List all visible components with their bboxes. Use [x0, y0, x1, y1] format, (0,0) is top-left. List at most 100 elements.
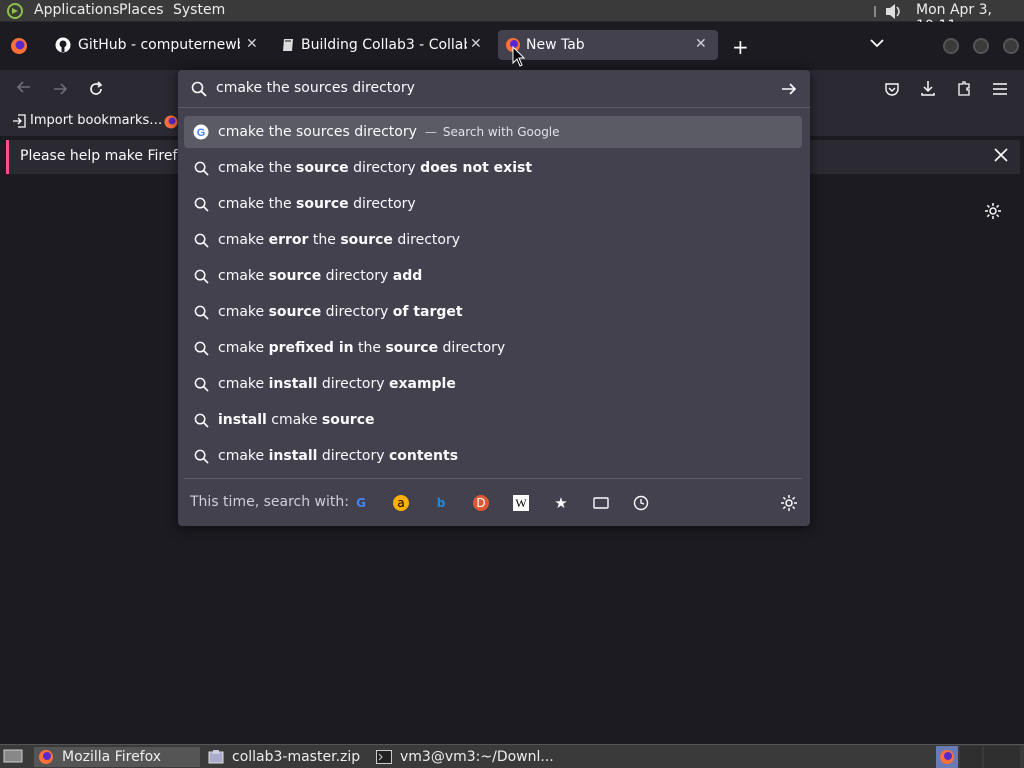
suggestion-bold-part: example [388, 376, 456, 392]
suggestion-bold-part: install [268, 448, 318, 464]
tab-label: GitHub - computernewb/coll [78, 37, 240, 53]
suggestion-row[interactable]: cmake install directory contents [184, 440, 802, 472]
suggestion-bold-part: source [385, 340, 439, 356]
menu-system[interactable]: System [173, 2, 225, 18]
history-clock-icon[interactable] [630, 492, 652, 514]
search-with-label: This time, search with: [190, 494, 349, 510]
suggestion-bold-part: source [296, 196, 349, 212]
forward-arrow-icon[interactable] [52, 81, 68, 97]
suggestion-row[interactable]: cmake the source directory does not exis… [184, 152, 802, 184]
suggestion-bold-part: source [296, 160, 349, 176]
search-settings-gear-icon[interactable] [780, 494, 798, 512]
engine-glyph: W [513, 495, 529, 511]
terminal-icon [376, 750, 392, 764]
urlbar-input-row[interactable]: cmake the sources directory [178, 70, 810, 108]
firefox-bookmark-icon[interactable] [164, 115, 178, 129]
close-icon[interactable]: ✕ [470, 36, 482, 52]
extensions-puzzle-icon[interactable] [956, 80, 972, 97]
firefox-view-icon[interactable] [10, 37, 28, 55]
window-maximize-icon[interactable] [973, 38, 989, 54]
firefox-icon [38, 749, 54, 765]
google-icon[interactable]: G [350, 492, 372, 514]
volume-icon[interactable] [872, 3, 906, 20]
search-icon [186, 269, 216, 284]
new-tab-plus-icon[interactable]: + [732, 35, 749, 59]
tab-new-tab[interactable]: New Tab ✕ [498, 30, 718, 60]
import-bookmarks-label: Import bookmarks… [30, 113, 163, 128]
suggestion-bold-part: does not exist [420, 160, 533, 176]
search-icon [186, 341, 216, 356]
github-icon [55, 37, 71, 53]
suggestion-row[interactable]: install cmake source [184, 404, 802, 436]
suggestion-text: cmake source directory of target [218, 304, 463, 320]
suggestion-part: cmake [218, 340, 269, 356]
gear-icon[interactable] [984, 202, 1002, 220]
suggestion-row[interactable]: cmake the source directory [184, 188, 802, 220]
gnome-foot-icon[interactable] [6, 3, 24, 19]
suggestion-row[interactable]: cmake install directory example [184, 368, 802, 400]
taskbar-item-firefox[interactable]: Mozilla Firefox [34, 747, 200, 767]
suggestion-row[interactable]: cmake source directory add [184, 260, 802, 292]
amazon-icon[interactable]: a [390, 492, 412, 514]
import-bookmarks-button[interactable]: Import bookmarks… [12, 113, 162, 128]
mouse-cursor-icon [512, 46, 526, 68]
import-icon [12, 113, 26, 128]
tabs-icon[interactable] [590, 492, 612, 514]
back-arrow-icon[interactable] [16, 79, 32, 95]
search-icon [186, 197, 216, 212]
go-arrow-icon[interactable] [781, 82, 797, 96]
suggestion-part: cmake [218, 268, 269, 284]
workspace-3[interactable] [984, 746, 1020, 768]
suggestion-part: directory [317, 376, 389, 392]
tab-collab3[interactable]: Building Collab3 - Collab3 ✕ [272, 30, 494, 60]
engine-glyph: G [356, 496, 366, 510]
workspace-2[interactable] [960, 746, 982, 768]
taskbar-item-terminal[interactable]: vm3@vm3:~/Downl... [374, 747, 554, 767]
close-icon[interactable]: ✕ [695, 36, 707, 52]
bookmarks-star-icon[interactable]: ★ [550, 492, 572, 514]
search-icon [186, 161, 216, 176]
menu-places[interactable]: Places [119, 2, 164, 18]
bing-icon[interactable]: b [430, 492, 452, 514]
suggestion-row[interactable]: cmake error the source directory [184, 224, 802, 256]
tab-github[interactable]: GitHub - computernewb/coll ✕ [46, 30, 268, 60]
engine-glyph: D [473, 495, 489, 511]
hamburger-menu-icon[interactable] [992, 82, 1008, 96]
show-desktop-icon[interactable] [3, 748, 23, 764]
suggestion-row[interactable]: cmake source directory of target [184, 296, 802, 328]
close-icon[interactable] [994, 148, 1008, 162]
search-icon [191, 81, 207, 97]
suggestion-bold-part: contents [388, 448, 459, 464]
urlbar-popup: cmake the sources directory G cmake the … [178, 70, 810, 526]
suggestion-dash: — [424, 125, 437, 139]
suggestion-part: directory [321, 268, 393, 284]
reload-icon[interactable] [88, 81, 104, 97]
suggestion-google[interactable]: G cmake the sources directory — Search w… [184, 116, 802, 148]
suggestion-part: cmake the [218, 160, 297, 176]
suggestion-text: cmake the source directory does not exis… [218, 160, 532, 176]
suggestion-text: cmake source directory add [218, 268, 422, 284]
window-minimize-icon[interactable] [943, 38, 959, 54]
duckduckgo-icon[interactable]: D [470, 492, 492, 514]
list-all-tabs-chevron-icon[interactable] [870, 38, 884, 48]
workspace-switcher-icon[interactable] [936, 746, 958, 768]
taskbar-item-archive[interactable]: collab3-master.zip [206, 747, 366, 767]
suggestion-row[interactable]: cmake prefixed in the source directory [184, 332, 802, 364]
downloads-icon[interactable] [920, 80, 936, 97]
archive-icon [208, 749, 224, 765]
search-icon [186, 413, 216, 428]
taskbar-label: vm3@vm3:~/Downl... [400, 749, 554, 765]
suggestion-part: the [308, 232, 341, 248]
pocket-icon[interactable] [884, 81, 900, 97]
suggestion-part: directory [348, 160, 421, 176]
suggestion-part: cmake [218, 448, 269, 464]
wikipedia-icon[interactable]: W [510, 492, 532, 514]
window-close-icon[interactable] [1003, 38, 1019, 54]
taskbar: Mozilla Firefox collab3-master.zip vm3@v… [0, 744, 1024, 768]
menu-applications[interactable]: Applications [34, 2, 120, 18]
engine-glyph: a [393, 495, 409, 511]
tab-label: Building Collab3 - Collab3 [301, 37, 467, 53]
close-icon[interactable]: ✕ [246, 36, 258, 52]
svg-text:G: G [197, 127, 206, 139]
urlbar-input[interactable]: cmake the sources directory [216, 80, 415, 96]
